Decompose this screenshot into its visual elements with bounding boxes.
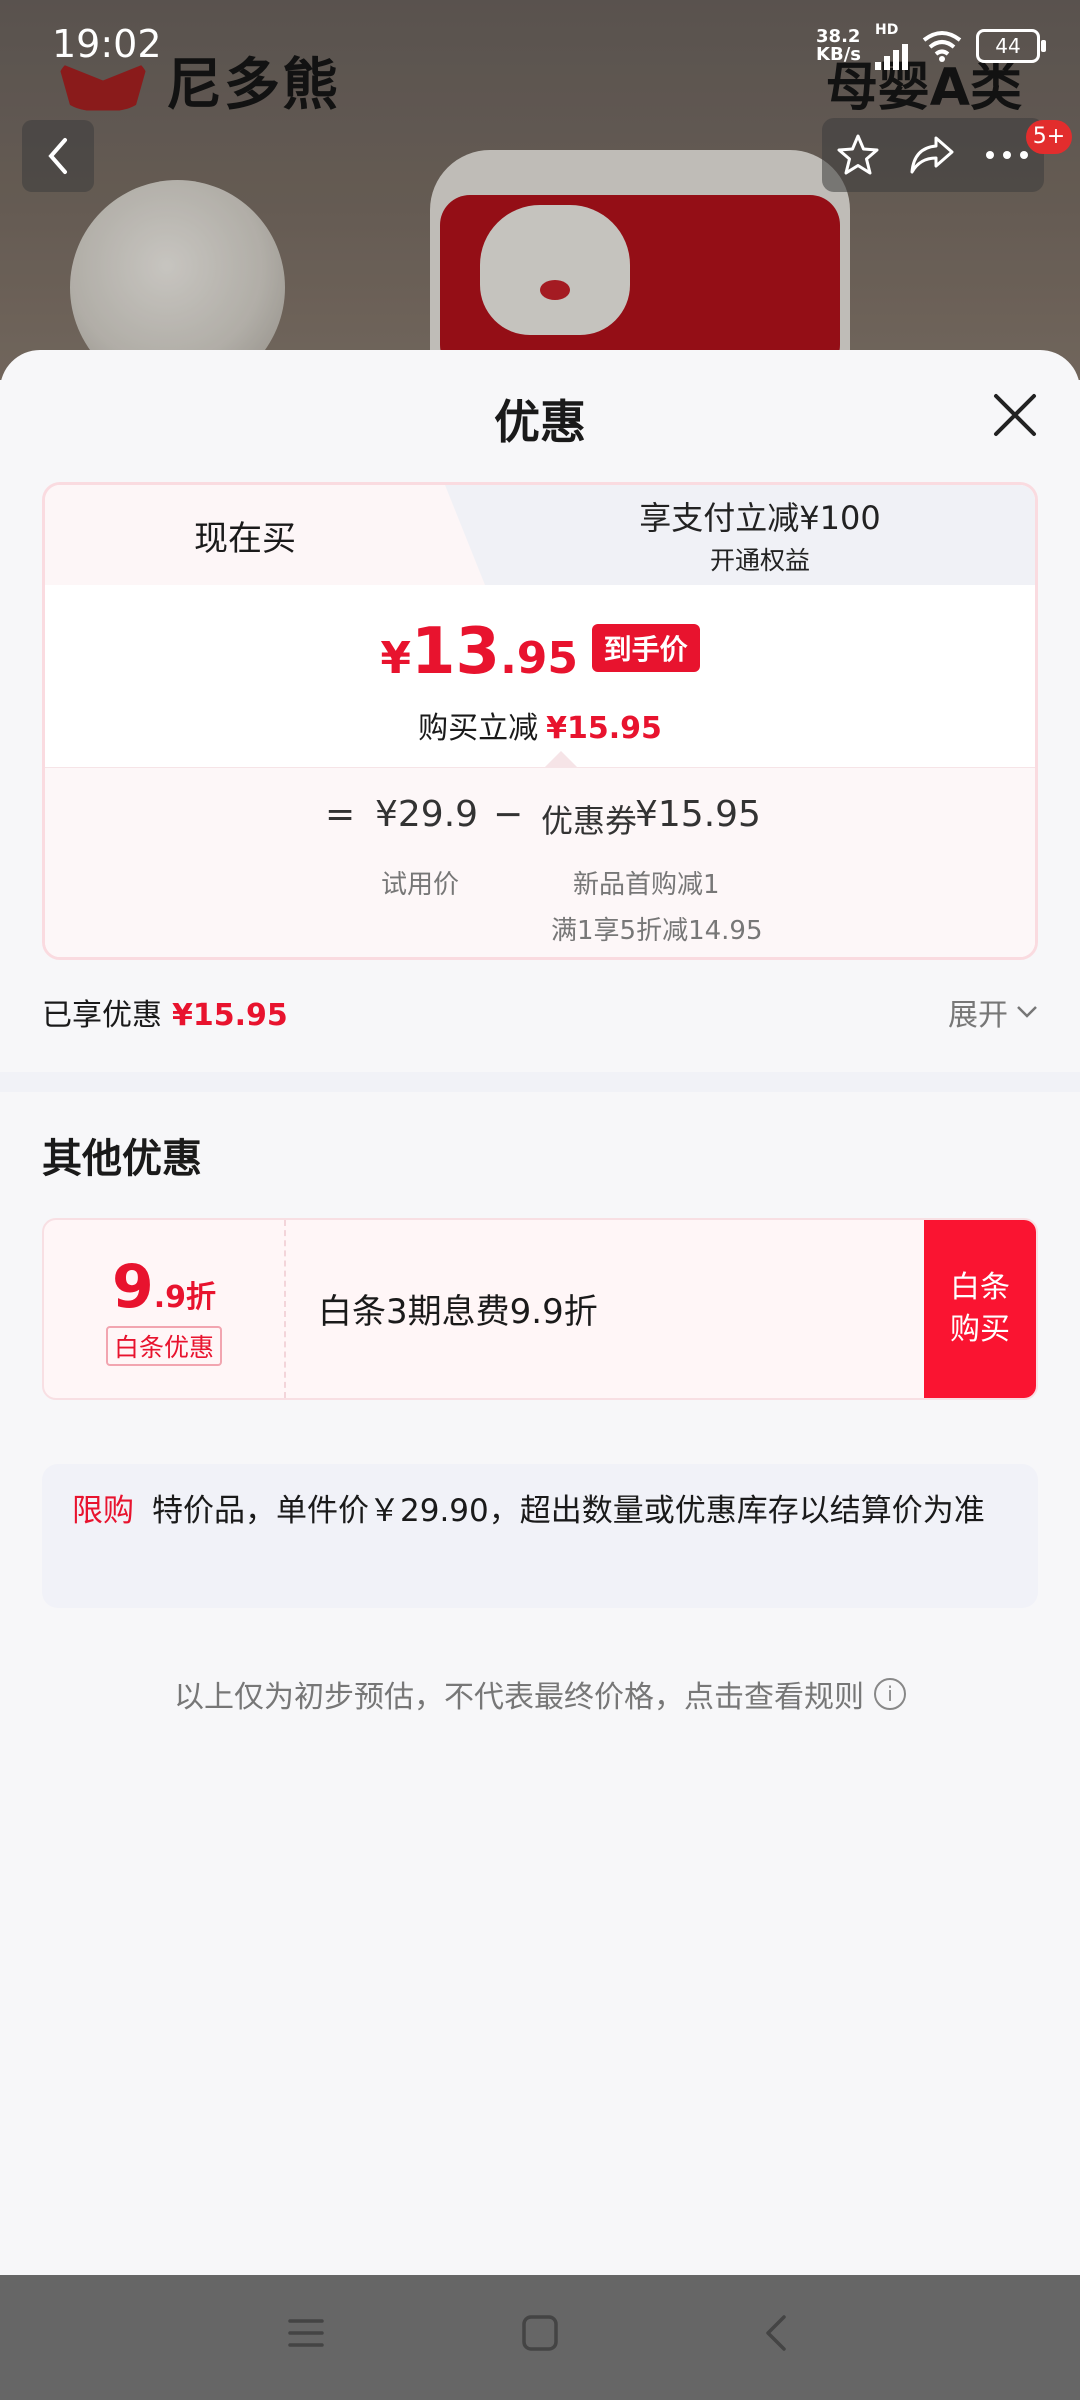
installment-buy-button[interactable]: 白条 购买	[924, 1220, 1036, 1398]
wifi-icon	[922, 31, 962, 62]
limit-text: 特价品，单件价￥29.90，超出数量或优惠库存以结算价为准	[152, 1493, 985, 1529]
section-divider	[0, 1072, 1080, 1092]
favorite-star-icon[interactable]	[835, 132, 881, 178]
coupon-value: ¥15.95	[635, 794, 761, 835]
expand-button[interactable]: 展开	[948, 990, 1038, 1034]
purchase-limit-notice: 限购 特价品，单件价￥29.90，超出数量或优惠库存以结算价为准	[42, 1464, 1038, 1608]
status-bar: 19:02 38.2 KB/s HD 44	[0, 0, 1080, 90]
tab-pay-discount[interactable]: 享支付立减¥100 开通权益	[485, 485, 1035, 585]
chevron-left-icon	[48, 138, 67, 174]
coupon-desc: 新品首购减1	[573, 870, 720, 900]
other-discounts-title: 其他优惠	[42, 1136, 202, 1182]
hd-label: HD	[875, 22, 899, 38]
network-speed: 38.2 KB/s	[816, 26, 861, 65]
final-price-tag: 到手价	[591, 624, 700, 672]
coupon-desc: 满1享5折减14.95	[551, 916, 763, 946]
installment-tag: 白条优惠	[105, 1326, 222, 1366]
chevron-down-icon	[1017, 1006, 1037, 1018]
discount-sheet: 优惠 现在买 享支付立减¥100 开通权益 ¥13.95 到手价 购买立减 ¥15…	[0, 350, 1080, 2275]
tab-bar: 现在买 享支付立减¥100 开通权益	[45, 485, 1035, 585]
final-price: ¥13.95 到手价	[45, 615, 1035, 689]
enjoyed-discount: 已享优惠 ¥15.95	[42, 998, 288, 1033]
rules-link[interactable]: 以上仅为初步预估，不代表最终价格，点击查看规则 i	[0, 1672, 1080, 1716]
coupon-label: 优惠券	[541, 802, 638, 840]
status-time: 19:02	[52, 22, 162, 66]
sheet-title: 优惠	[494, 395, 586, 449]
installment-discount: 9.9折 白条优惠	[44, 1220, 286, 1398]
menu-icon[interactable]	[286, 2313, 326, 2353]
message-badge: 5+	[1026, 120, 1072, 154]
top-action-group	[822, 118, 1044, 192]
signal-icon	[875, 38, 908, 70]
base-price: ¥29.9	[375, 794, 479, 835]
system-nav-bar	[0, 2275, 1080, 2400]
base-price-label: 试用价	[381, 870, 460, 900]
installment-text: 白条3期息费9.9折	[318, 1292, 598, 1332]
price-card: 现在买 享支付立减¥100 开通权益 ¥13.95 到手价 购买立减 ¥15.95…	[42, 482, 1038, 960]
close-icon[interactable]	[990, 390, 1040, 440]
reduction-line: 购买立减 ¥15.95	[418, 711, 662, 746]
info-icon: i	[874, 1678, 906, 1710]
more-icon[interactable]	[983, 148, 1031, 162]
back-nav-icon[interactable]	[756, 2313, 796, 2353]
tab-buy-now[interactable]: 现在买	[45, 485, 485, 585]
price-breakdown: = ¥29.9 − 优惠券 ¥15.95 试用价 新品首购减1 满1享5折减14…	[45, 767, 1035, 957]
battery-icon: 44	[976, 29, 1046, 63]
installment-offer-card[interactable]: 9.9折 白条优惠 白条3期息费9.9折 白条 购买	[42, 1218, 1038, 1400]
limit-tag: 限购	[72, 1493, 134, 1529]
status-icons: 38.2 KB/s HD 44	[816, 22, 1046, 70]
share-icon[interactable]	[908, 132, 956, 178]
back-button[interactable]	[22, 120, 94, 192]
home-icon[interactable]	[520, 2313, 560, 2353]
